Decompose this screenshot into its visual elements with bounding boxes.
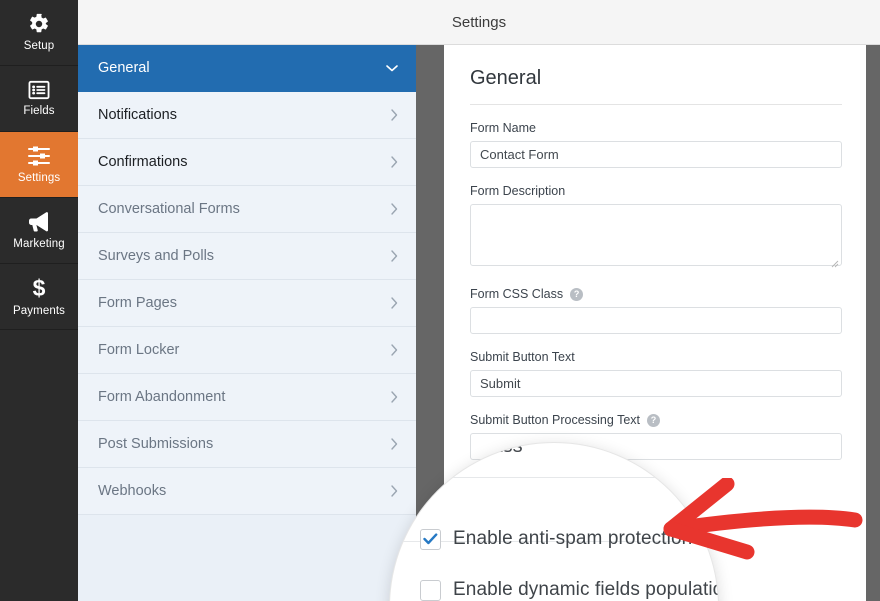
rail-label-setup: Setup [23, 40, 55, 52]
chevron-right-icon [390, 391, 398, 403]
settings-menu-label-form-abandonment: Form Abandonment [98, 389, 226, 405]
magnifier-content: tton CSS Class Enable anti-spam protecti… [390, 443, 718, 601]
builder-icon-rail: Setup Fields Settings Marketing $ Paymen… [0, 0, 78, 601]
svg-text:$: $ [33, 276, 46, 300]
rail-item-marketing[interactable]: Marketing [0, 198, 78, 264]
checkmark-icon [423, 533, 438, 545]
submit-button-text-input[interactable] [470, 370, 842, 397]
settings-menu-item-conversational-forms[interactable]: Conversational Forms [78, 186, 416, 233]
settings-menu-item-form-pages[interactable]: Form Pages [78, 280, 416, 327]
settings-menu-item-notifications[interactable]: Notifications [78, 92, 416, 139]
page-title: Settings [451, 13, 507, 31]
checkbox-anti-spam[interactable] [420, 528, 441, 550]
builder-header: Settings [78, 0, 880, 45]
field-label-form-css-class: Form CSS Class ? [470, 287, 842, 301]
rail-label-fields: Fields [23, 105, 55, 117]
help-icon[interactable]: ? [647, 413, 660, 427]
chevron-down-icon [386, 64, 398, 72]
settings-menu-label-general: General [98, 60, 150, 76]
dollar-icon: $ [30, 275, 48, 301]
rail-item-fields[interactable]: Fields [0, 66, 78, 132]
settings-menu-item-form-abandonment[interactable]: Form Abandonment [78, 374, 416, 421]
field-submit-button-text: Submit Button Text [470, 350, 842, 397]
rail-label-marketing: Marketing [13, 238, 65, 250]
settings-menu-list: General Notifications Confirmations Conv… [78, 45, 416, 601]
field-label-text-form-css-class: Form CSS Class [470, 287, 564, 301]
rail-label-settings: Settings [17, 172, 61, 184]
settings-menu-item-confirmations[interactable]: Confirmations [78, 139, 416, 186]
rail-label-payments: Payments [13, 305, 65, 317]
checkbox-dynamic-fields[interactable] [420, 579, 441, 601]
checkbox-label-anti-spam: Enable anti-spam protection [453, 528, 693, 549]
list-icon [28, 80, 50, 100]
wpforms-builder-screenshot: Setup Fields Settings Marketing $ Paymen… [0, 0, 880, 601]
settings-menu-item-general[interactable]: General [78, 45, 416, 92]
settings-menu-item-form-locker[interactable]: Form Locker [78, 327, 416, 374]
settings-menu-item-post-submissions[interactable]: Post Submissions [78, 421, 416, 468]
settings-menu-label-surveys-and-polls: Surveys and Polls [98, 248, 215, 264]
sliders-icon [27, 145, 51, 167]
chevron-right-icon [390, 297, 398, 309]
settings-menu-label-confirmations: Confirmations [98, 154, 188, 170]
form-name-input[interactable] [470, 141, 842, 168]
chevron-right-icon [390, 109, 398, 121]
help-icon[interactable]: ? [570, 287, 584, 301]
form-description-textarea[interactable] [470, 204, 842, 266]
form-css-class-input[interactable] [470, 307, 842, 334]
chevron-right-icon [390, 344, 398, 356]
panel-title: General [470, 67, 842, 105]
magnified-checkbox-dynamic-fields[interactable]: Enable dynamic fields population ? [420, 579, 718, 601]
panel-divider-right [866, 45, 880, 601]
settings-menu-item-surveys-and-polls[interactable]: Surveys and Polls [78, 233, 416, 280]
field-label-submit-button-text: Submit Button Text [470, 350, 575, 364]
rail-item-payments[interactable]: $ Payments [0, 264, 78, 330]
field-form-name: Form Name [470, 121, 842, 168]
megaphone-icon [27, 211, 51, 233]
settings-menu-label-post-submissions: Post Submissions [98, 436, 214, 452]
chevron-right-icon [390, 156, 398, 168]
checkbox-label-dynamic-fields: Enable dynamic fields population [453, 579, 718, 600]
magnified-checkbox-anti-spam[interactable]: Enable anti-spam protection [420, 528, 692, 550]
settings-menu-item-webhooks[interactable]: Webhooks [78, 468, 416, 515]
field-label-text-submit-processing: Submit Button Processing Text [470, 413, 640, 427]
chevron-right-icon [390, 250, 398, 262]
chevron-right-icon [390, 203, 398, 215]
magnified-divider [390, 477, 718, 478]
rail-item-setup[interactable]: Setup [0, 0, 78, 66]
rail-item-settings[interactable]: Settings [0, 132, 78, 198]
settings-menu-label-form-locker: Form Locker [98, 342, 180, 358]
field-label-form-description: Form Description [470, 184, 566, 198]
rail-empty-space [0, 330, 78, 601]
field-form-description: Form Description [470, 184, 842, 271]
gear-icon [28, 13, 50, 35]
field-form-css-class: Form CSS Class ? [470, 287, 842, 334]
settings-menu-label-webhooks: Webhooks [98, 483, 167, 499]
field-label-submit-button-processing-text: Submit Button Processing Text ? [470, 413, 842, 427]
settings-menu-label-form-pages: Form Pages [98, 295, 177, 311]
form-description-wrap [470, 204, 842, 271]
magnified-clipped-label: tton CSS Class [390, 443, 523, 457]
settings-menu-label-conversational-forms: Conversational Forms [98, 201, 240, 217]
field-label-form-name: Form Name [470, 121, 536, 135]
magnifier-overlay: tton CSS Class Enable anti-spam protecti… [390, 443, 718, 601]
settings-menu-label-notifications: Notifications [98, 107, 177, 123]
